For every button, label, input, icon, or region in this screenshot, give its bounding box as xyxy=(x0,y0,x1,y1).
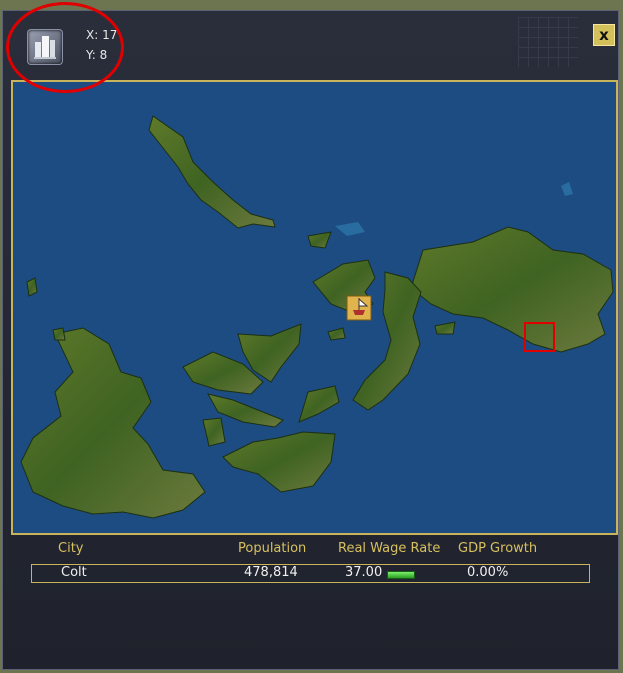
city-buildings-icon[interactable] xyxy=(27,29,63,65)
minimap-canvas[interactable] xyxy=(13,82,616,533)
minimap[interactable] xyxy=(11,80,618,535)
close-button[interactable]: x xyxy=(593,24,615,46)
city-table-header: City Population Real Wage Rate GDP Growt… xyxy=(31,541,591,559)
header-population: Population xyxy=(238,541,307,556)
wage-bar xyxy=(387,571,415,579)
row-population: 478,814 xyxy=(244,565,298,580)
coordinate-y: Y: 8 xyxy=(86,48,108,62)
header-gdp: GDP Growth xyxy=(458,541,538,556)
table-row[interactable]: Colt 478,814 37.00 0.00% xyxy=(31,564,590,583)
minimap-window: X: 17 Y: 8 x City Population Real Wage R… xyxy=(2,10,619,670)
row-city: Colt xyxy=(61,565,87,580)
coordinate-x: X: 17 xyxy=(86,28,118,42)
header-wage: Real Wage Rate xyxy=(338,541,441,556)
row-gdp: 0.00% xyxy=(467,565,509,580)
decorative-grid xyxy=(518,17,578,67)
islet-1 xyxy=(26,277,38,297)
row-wage: 37.00 xyxy=(345,565,383,580)
islet-5 xyxy=(52,327,66,341)
header-city: City xyxy=(58,541,84,556)
close-icon: x xyxy=(599,26,609,44)
